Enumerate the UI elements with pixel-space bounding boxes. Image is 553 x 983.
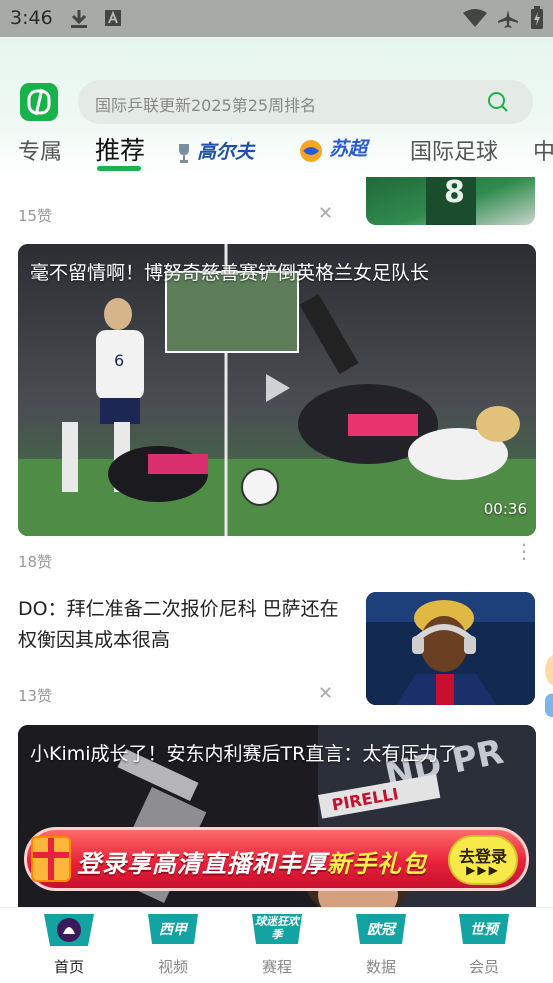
nav-home-label: 首页 xyxy=(53,958,84,976)
nav-schedule-label: 赛程 xyxy=(261,958,292,976)
login-button[interactable]: 去登录 ▶▶▶ xyxy=(448,835,518,885)
su-super-logo-icon xyxy=(300,139,322,162)
dismiss-icon[interactable]: ✕ xyxy=(318,683,333,704)
wc-qualifier-badge-icon: 世预 xyxy=(457,912,511,946)
download-icon xyxy=(71,10,87,28)
bottom-navigation: 首页 西甲 视频 球迷狂欢季 赛程 欧冠 数据 世预 会员 xyxy=(0,907,553,983)
dongqiudi-logo-icon xyxy=(27,88,51,116)
login-promo-banner[interactable]: 登录享高清直播和丰厚新手礼包 去登录 ▶▶▶ xyxy=(24,827,529,891)
tab-golf-label: 高尔夫 xyxy=(197,141,255,163)
app-logo[interactable] xyxy=(20,83,58,121)
svg-text:8: 8 xyxy=(444,177,465,210)
play-icon[interactable] xyxy=(258,370,294,406)
nav-data[interactable]: 欧冠 数据 xyxy=(341,912,421,977)
article-thumbnail[interactable] xyxy=(366,592,535,705)
nav-member-label: 会员 xyxy=(468,958,499,976)
tab-intl-football[interactable]: 国际足球 xyxy=(410,134,498,166)
airplane-mode-icon xyxy=(498,10,518,28)
nav-member[interactable]: 世预 会员 xyxy=(444,912,524,977)
ucl-badge-icon: 欧冠 xyxy=(354,912,408,946)
svg-text:6: 6 xyxy=(114,351,124,370)
trophy-icon xyxy=(179,143,189,163)
battery-icon xyxy=(531,6,543,29)
wifi-icon xyxy=(463,9,487,27)
dismiss-icon[interactable]: ✕ xyxy=(318,203,333,224)
tab-golf[interactable]: 高尔夫 xyxy=(176,137,254,165)
laliga-badge-icon: 西甲 xyxy=(146,912,200,946)
footballer-jersey-image: 8 xyxy=(426,177,476,225)
tab-exclusive[interactable]: 专属 xyxy=(18,134,62,166)
likes-count: 15赞 xyxy=(18,207,53,225)
search-icon[interactable] xyxy=(487,91,509,113)
likes-count: 18赞 xyxy=(18,553,53,571)
nav-video-label: 视频 xyxy=(157,958,188,976)
premier-league-icon xyxy=(42,912,96,946)
video-card[interactable]: 6 毫不留情啊！博努奇慈善赛铲倒英格兰女足队长 00:36 xyxy=(18,244,536,536)
news-feed[interactable]: 15赞 ✕ 8 6 毫不留情啊！博努奇慈善赛铲倒英格兰女足队长 00:36 18… xyxy=(0,177,553,907)
tab-chinese[interactable]: 中 xyxy=(533,134,553,166)
login-button-arrows: ▶▶▶ xyxy=(466,863,500,877)
active-tab-indicator xyxy=(97,166,141,171)
status-bar: 3:46 xyxy=(0,0,553,37)
nav-home[interactable]: 首页 xyxy=(29,912,109,977)
gift-box-icon xyxy=(31,836,71,882)
promo-text: 登录享高清直播和丰厚新手礼包 xyxy=(77,850,427,878)
video-title: 毫不留情啊！博努奇慈善赛铲倒英格兰女足队长 xyxy=(30,262,430,284)
nav-schedule[interactable]: 球迷狂欢季 赛程 xyxy=(237,912,317,977)
f1-video-title: 小Kimi成长了！安东内利赛后TR直言：太有压力了 xyxy=(30,743,458,765)
nav-data-label: 数据 xyxy=(365,958,396,976)
likes-count: 13赞 xyxy=(18,687,53,705)
promo-highlight: 新手礼包 xyxy=(327,850,427,878)
search-bar[interactable]: 国际乒联更新2025第25周排名 xyxy=(78,80,533,124)
news-title[interactable]: DO：拜仁准备二次报价尼科 巴萨还在权衡因其成本很高 xyxy=(18,594,348,656)
search-placeholder: 国际乒联更新2025第25周排名 xyxy=(95,96,317,115)
video-duration: 00:36 xyxy=(483,500,527,518)
tab-su-super-label: 苏超 xyxy=(329,138,368,160)
tab-su-super[interactable]: 苏超 xyxy=(298,134,367,164)
status-time: 3:46 xyxy=(10,7,53,29)
tab-recommended[interactable]: 推荐 xyxy=(95,131,145,167)
player-portrait-image xyxy=(366,592,535,705)
nav-video[interactable]: 西甲 视频 xyxy=(133,912,213,977)
category-tabs: 专属 推荐 高尔夫 苏超 国际足球 中 xyxy=(0,128,553,172)
floating-widget-icon[interactable] xyxy=(537,647,553,717)
article-thumbnail[interactable]: 8 xyxy=(366,177,535,225)
more-options-icon[interactable]: ⋮ xyxy=(514,541,534,561)
fan-carnival-badge-icon: 球迷狂欢季 xyxy=(250,912,304,946)
font-a-icon xyxy=(105,10,121,26)
